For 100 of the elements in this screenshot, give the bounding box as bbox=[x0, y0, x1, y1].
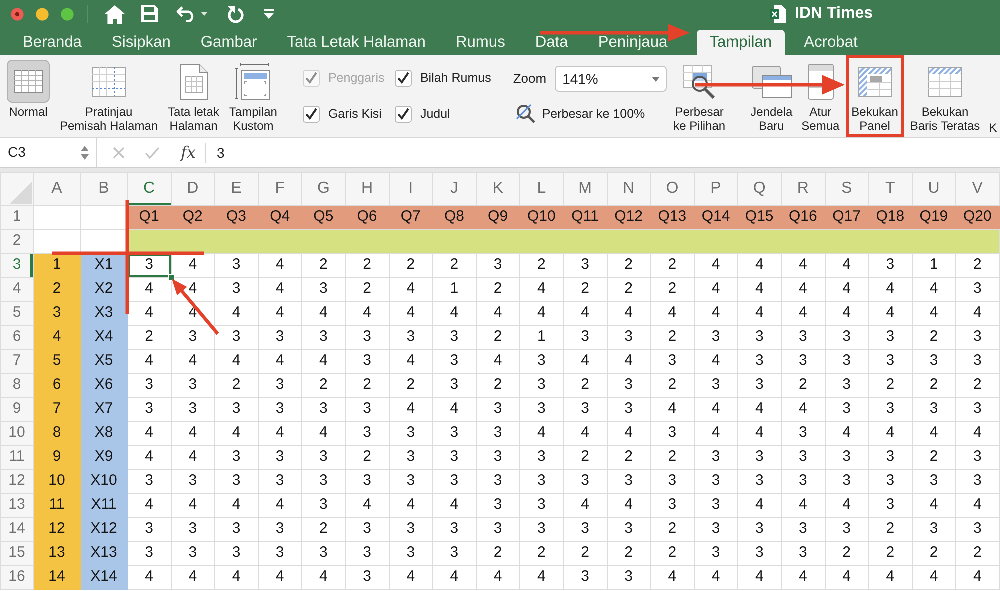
formula-field[interactable]: 3 bbox=[204, 142, 1000, 162]
row-header[interactable]: 2 bbox=[0, 230, 34, 254]
insert-function-button[interactable]: fx bbox=[180, 142, 197, 162]
checkbox-label[interactable]: Garis Kisi bbox=[328, 104, 382, 124]
maximize-icon[interactable] bbox=[61, 8, 74, 20]
column-header[interactable]: P bbox=[694, 172, 738, 206]
check-icon[interactable] bbox=[145, 146, 160, 158]
name-box[interactable]: C3 bbox=[0, 138, 97, 167]
table-cell: 4 bbox=[214, 302, 258, 326]
zoom-to-100-button[interactable]: Perbesar ke 100% bbox=[513, 104, 667, 124]
row-header[interactable]: 14 bbox=[0, 518, 34, 542]
column-header[interactable]: D bbox=[171, 172, 215, 206]
table-cell: 2 bbox=[868, 542, 912, 566]
column-header[interactable]: L bbox=[520, 172, 564, 206]
column-header[interactable]: I bbox=[389, 172, 433, 206]
column-header[interactable]: O bbox=[650, 172, 694, 206]
undo-icon[interactable] bbox=[176, 6, 196, 22]
column-header[interactable]: M bbox=[563, 172, 608, 206]
column-header[interactable]: F bbox=[258, 172, 302, 206]
table-cell: 1 bbox=[520, 326, 564, 350]
row-header[interactable]: 12 bbox=[0, 470, 34, 494]
ribbon-tab[interactable]: Tata Letak Halaman bbox=[272, 30, 441, 55]
column-header[interactable]: G bbox=[302, 172, 346, 206]
table-cell: 3 bbox=[128, 518, 172, 542]
column-header[interactable]: R bbox=[781, 172, 825, 206]
column-header[interactable]: C bbox=[128, 172, 172, 206]
table-cell: 4 bbox=[476, 302, 520, 326]
home-icon[interactable] bbox=[104, 4, 126, 24]
table-cell: 2 bbox=[563, 446, 608, 470]
row-header[interactable]: 4 bbox=[0, 278, 34, 302]
table-cell: 4 bbox=[214, 566, 258, 590]
fill-handle[interactable] bbox=[168, 274, 175, 281]
more-icon[interactable] bbox=[264, 9, 274, 19]
ribbon-tab[interactable]: Beranda bbox=[8, 30, 97, 55]
table-cell: 4 bbox=[738, 398, 782, 422]
checkbox-label[interactable]: Bilah Rumus bbox=[420, 69, 492, 88]
column-header[interactable]: K bbox=[476, 172, 520, 206]
table-cell: 3 bbox=[868, 494, 912, 518]
checkbox[interactable] bbox=[303, 106, 320, 123]
checkbox-label[interactable]: Judul bbox=[420, 104, 450, 124]
row-header[interactable]: 9 bbox=[0, 398, 34, 422]
table-cell: 3 bbox=[563, 518, 608, 542]
column-header[interactable]: A bbox=[34, 172, 80, 206]
column-header[interactable]: E bbox=[214, 172, 258, 206]
ribbon-tab[interactable]: Tampilan bbox=[696, 30, 786, 55]
ribbon-tab[interactable]: Data bbox=[520, 30, 584, 55]
column-header[interactable]: T bbox=[868, 172, 912, 206]
row-header[interactable]: 8 bbox=[0, 374, 34, 398]
table-cell: 4 bbox=[258, 566, 302, 590]
table-cell: 3 bbox=[302, 278, 346, 302]
row-header[interactable]: 5 bbox=[0, 302, 34, 326]
caret-icon[interactable] bbox=[652, 76, 660, 82]
zoom-combo-box[interactable]: 141% bbox=[554, 66, 667, 92]
ribbon-button[interactable]: Tampilan Kustom bbox=[229, 55, 278, 133]
ribbon-button[interactable]: Tata letak Halaman bbox=[168, 55, 220, 133]
ribbon-button[interactable]: Perbesar ke Pilihan bbox=[674, 55, 726, 133]
column-header[interactable]: Q bbox=[738, 172, 782, 206]
redo-icon[interactable] bbox=[226, 4, 244, 24]
table-cell: 4 bbox=[607, 302, 651, 326]
ribbon-button[interactable]: Normal bbox=[7, 55, 50, 119]
table-cell: 3 bbox=[345, 326, 390, 350]
close-icon[interactable] bbox=[11, 8, 24, 20]
table-cell: 2 bbox=[476, 374, 520, 398]
stepper-icon[interactable] bbox=[81, 146, 89, 160]
column-header[interactable]: J bbox=[432, 172, 476, 206]
row-header[interactable]: 6 bbox=[0, 326, 34, 350]
ribbon-tab[interactable]: Peninjaua bbox=[583, 30, 683, 55]
column-header[interactable]: U bbox=[912, 172, 956, 206]
table-cell: 3 bbox=[738, 326, 782, 350]
checkbox[interactable] bbox=[395, 70, 412, 87]
table-cell: 3 bbox=[389, 446, 433, 470]
caret-icon[interactable] bbox=[201, 12, 208, 16]
table-cell: 3 bbox=[956, 518, 1000, 542]
column-header[interactable]: S bbox=[825, 172, 869, 206]
row-header[interactable]: 3 bbox=[0, 254, 34, 278]
minimize-icon[interactable] bbox=[36, 8, 49, 20]
row-header[interactable]: 13 bbox=[0, 494, 34, 518]
row-header[interactable]: 7 bbox=[0, 350, 34, 374]
row-header[interactable]: 11 bbox=[0, 446, 34, 470]
ribbon-tab[interactable]: Gambar bbox=[186, 30, 272, 55]
row-header[interactable]: 15 bbox=[0, 542, 34, 566]
ribbon-tab[interactable]: Sisipkan bbox=[96, 30, 186, 55]
column-header[interactable]: B bbox=[80, 172, 128, 206]
ribbon-tab[interactable]: Acrobat bbox=[789, 30, 873, 55]
row-header[interactable]: 10 bbox=[0, 422, 34, 446]
ribbon-tab[interactable]: Rumus bbox=[440, 30, 520, 55]
table-cell: 4 bbox=[128, 566, 172, 590]
table-cell: 3 bbox=[825, 326, 869, 350]
table-cell: 3 bbox=[258, 398, 302, 422]
row-header[interactable]: 1 bbox=[0, 206, 34, 230]
checkbox[interactable] bbox=[395, 106, 412, 123]
ribbon-button[interactable]: Bekukan Panel bbox=[846, 55, 904, 137]
save-icon[interactable] bbox=[141, 5, 159, 23]
ribbon-button[interactable]: Pratinjau Pemisah Halaman bbox=[60, 55, 158, 133]
ribbon-button[interactable]: K bbox=[986, 55, 1000, 135]
row-header[interactable]: 16 bbox=[0, 566, 34, 590]
column-header[interactable]: V bbox=[956, 172, 1000, 206]
column-header[interactable]: H bbox=[345, 172, 390, 206]
column-header[interactable]: N bbox=[607, 172, 651, 206]
ribbon-button[interactable]: Bekukan Baris Teratas bbox=[907, 55, 984, 133]
